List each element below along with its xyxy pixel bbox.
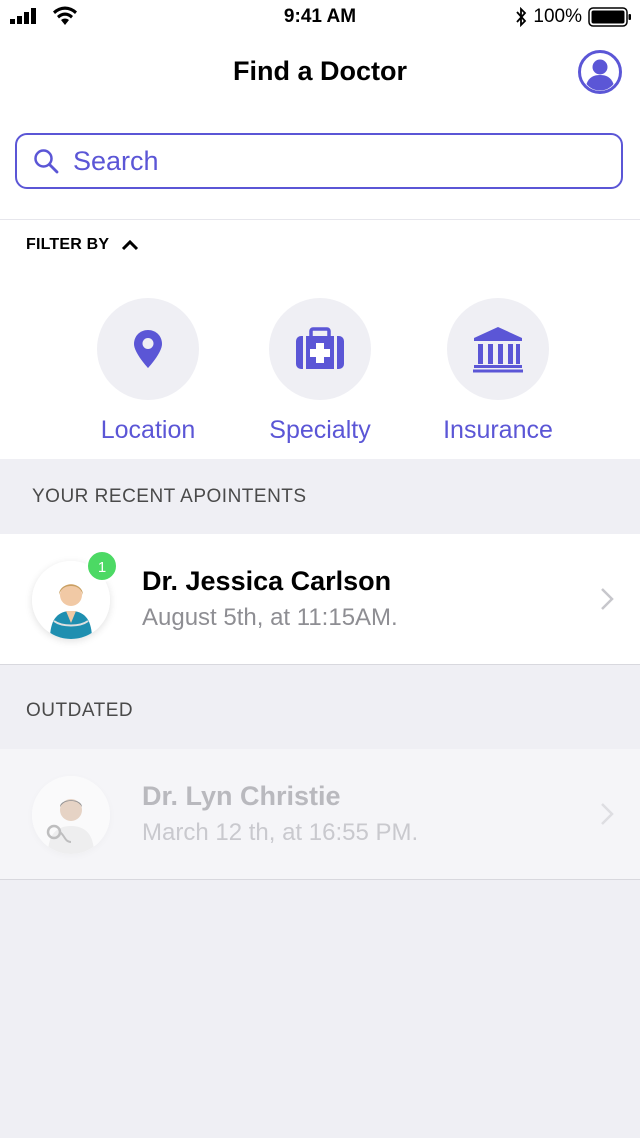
appointment-row[interactable]: 1 Dr. Jessica Carlson August 5th, at 11:… xyxy=(0,534,640,665)
notification-badge: 1 xyxy=(86,550,118,582)
chevron-right-icon xyxy=(601,588,614,610)
filter-specialty-label: Specialty xyxy=(269,416,371,444)
filter-specialty[interactable]: Specialty xyxy=(235,298,405,445)
doctor-avatar-icon xyxy=(32,776,110,854)
search-input[interactable] xyxy=(73,141,593,181)
filter-section: FILTER BY Location Specialty Insurance xyxy=(0,220,640,459)
filter-specialty-circle xyxy=(269,298,371,400)
appointment-time: August 5th, at 11:15AM. xyxy=(142,604,398,631)
medical-kit-icon xyxy=(296,327,344,369)
outdated-appointment-row[interactable]: Dr. Lyn Christie March 12 th, at 16:55 P… xyxy=(0,749,640,880)
doctor-name: Dr. Jessica Carlson xyxy=(142,566,392,596)
status-right: 100% xyxy=(515,6,632,28)
chevron-up-icon xyxy=(122,239,139,251)
profile-button[interactable] xyxy=(578,50,622,94)
filter-header-label: FILTER BY xyxy=(26,236,110,253)
recent-section-header: YOUR RECENT APOINTENTS xyxy=(32,486,307,507)
search-section xyxy=(0,112,640,220)
filter-location-circle xyxy=(97,298,199,400)
bank-building-icon xyxy=(473,327,523,373)
location-pin-icon xyxy=(134,330,162,368)
bluetooth-icon xyxy=(516,7,527,27)
filter-location[interactable]: Location xyxy=(63,298,233,445)
chevron-right-icon xyxy=(601,803,614,825)
filter-insurance-label: Insurance xyxy=(443,416,553,444)
filter-toggle[interactable]: FILTER BY xyxy=(26,236,139,254)
nav-bar: Find a Doctor xyxy=(0,36,640,112)
battery-icon xyxy=(588,7,631,27)
search-icon xyxy=(34,149,59,174)
page-title: Find a Doctor xyxy=(233,56,407,86)
outdated-section-header: OUTDATED xyxy=(26,700,134,721)
filter-insurance[interactable]: Insurance xyxy=(413,298,583,445)
filter-location-label: Location xyxy=(100,416,196,444)
filter-insurance-circle xyxy=(447,298,549,400)
status-bar: 9:41 AM 100% xyxy=(0,0,640,36)
doctor-name: Dr. Lyn Christie xyxy=(142,781,341,811)
battery-percent: 100% xyxy=(533,6,582,27)
appointment-time: March 12 th, at 16:55 PM. xyxy=(142,819,419,846)
search-box[interactable] xyxy=(15,133,623,189)
user-profile-icon xyxy=(578,50,622,94)
avatar xyxy=(32,776,110,854)
